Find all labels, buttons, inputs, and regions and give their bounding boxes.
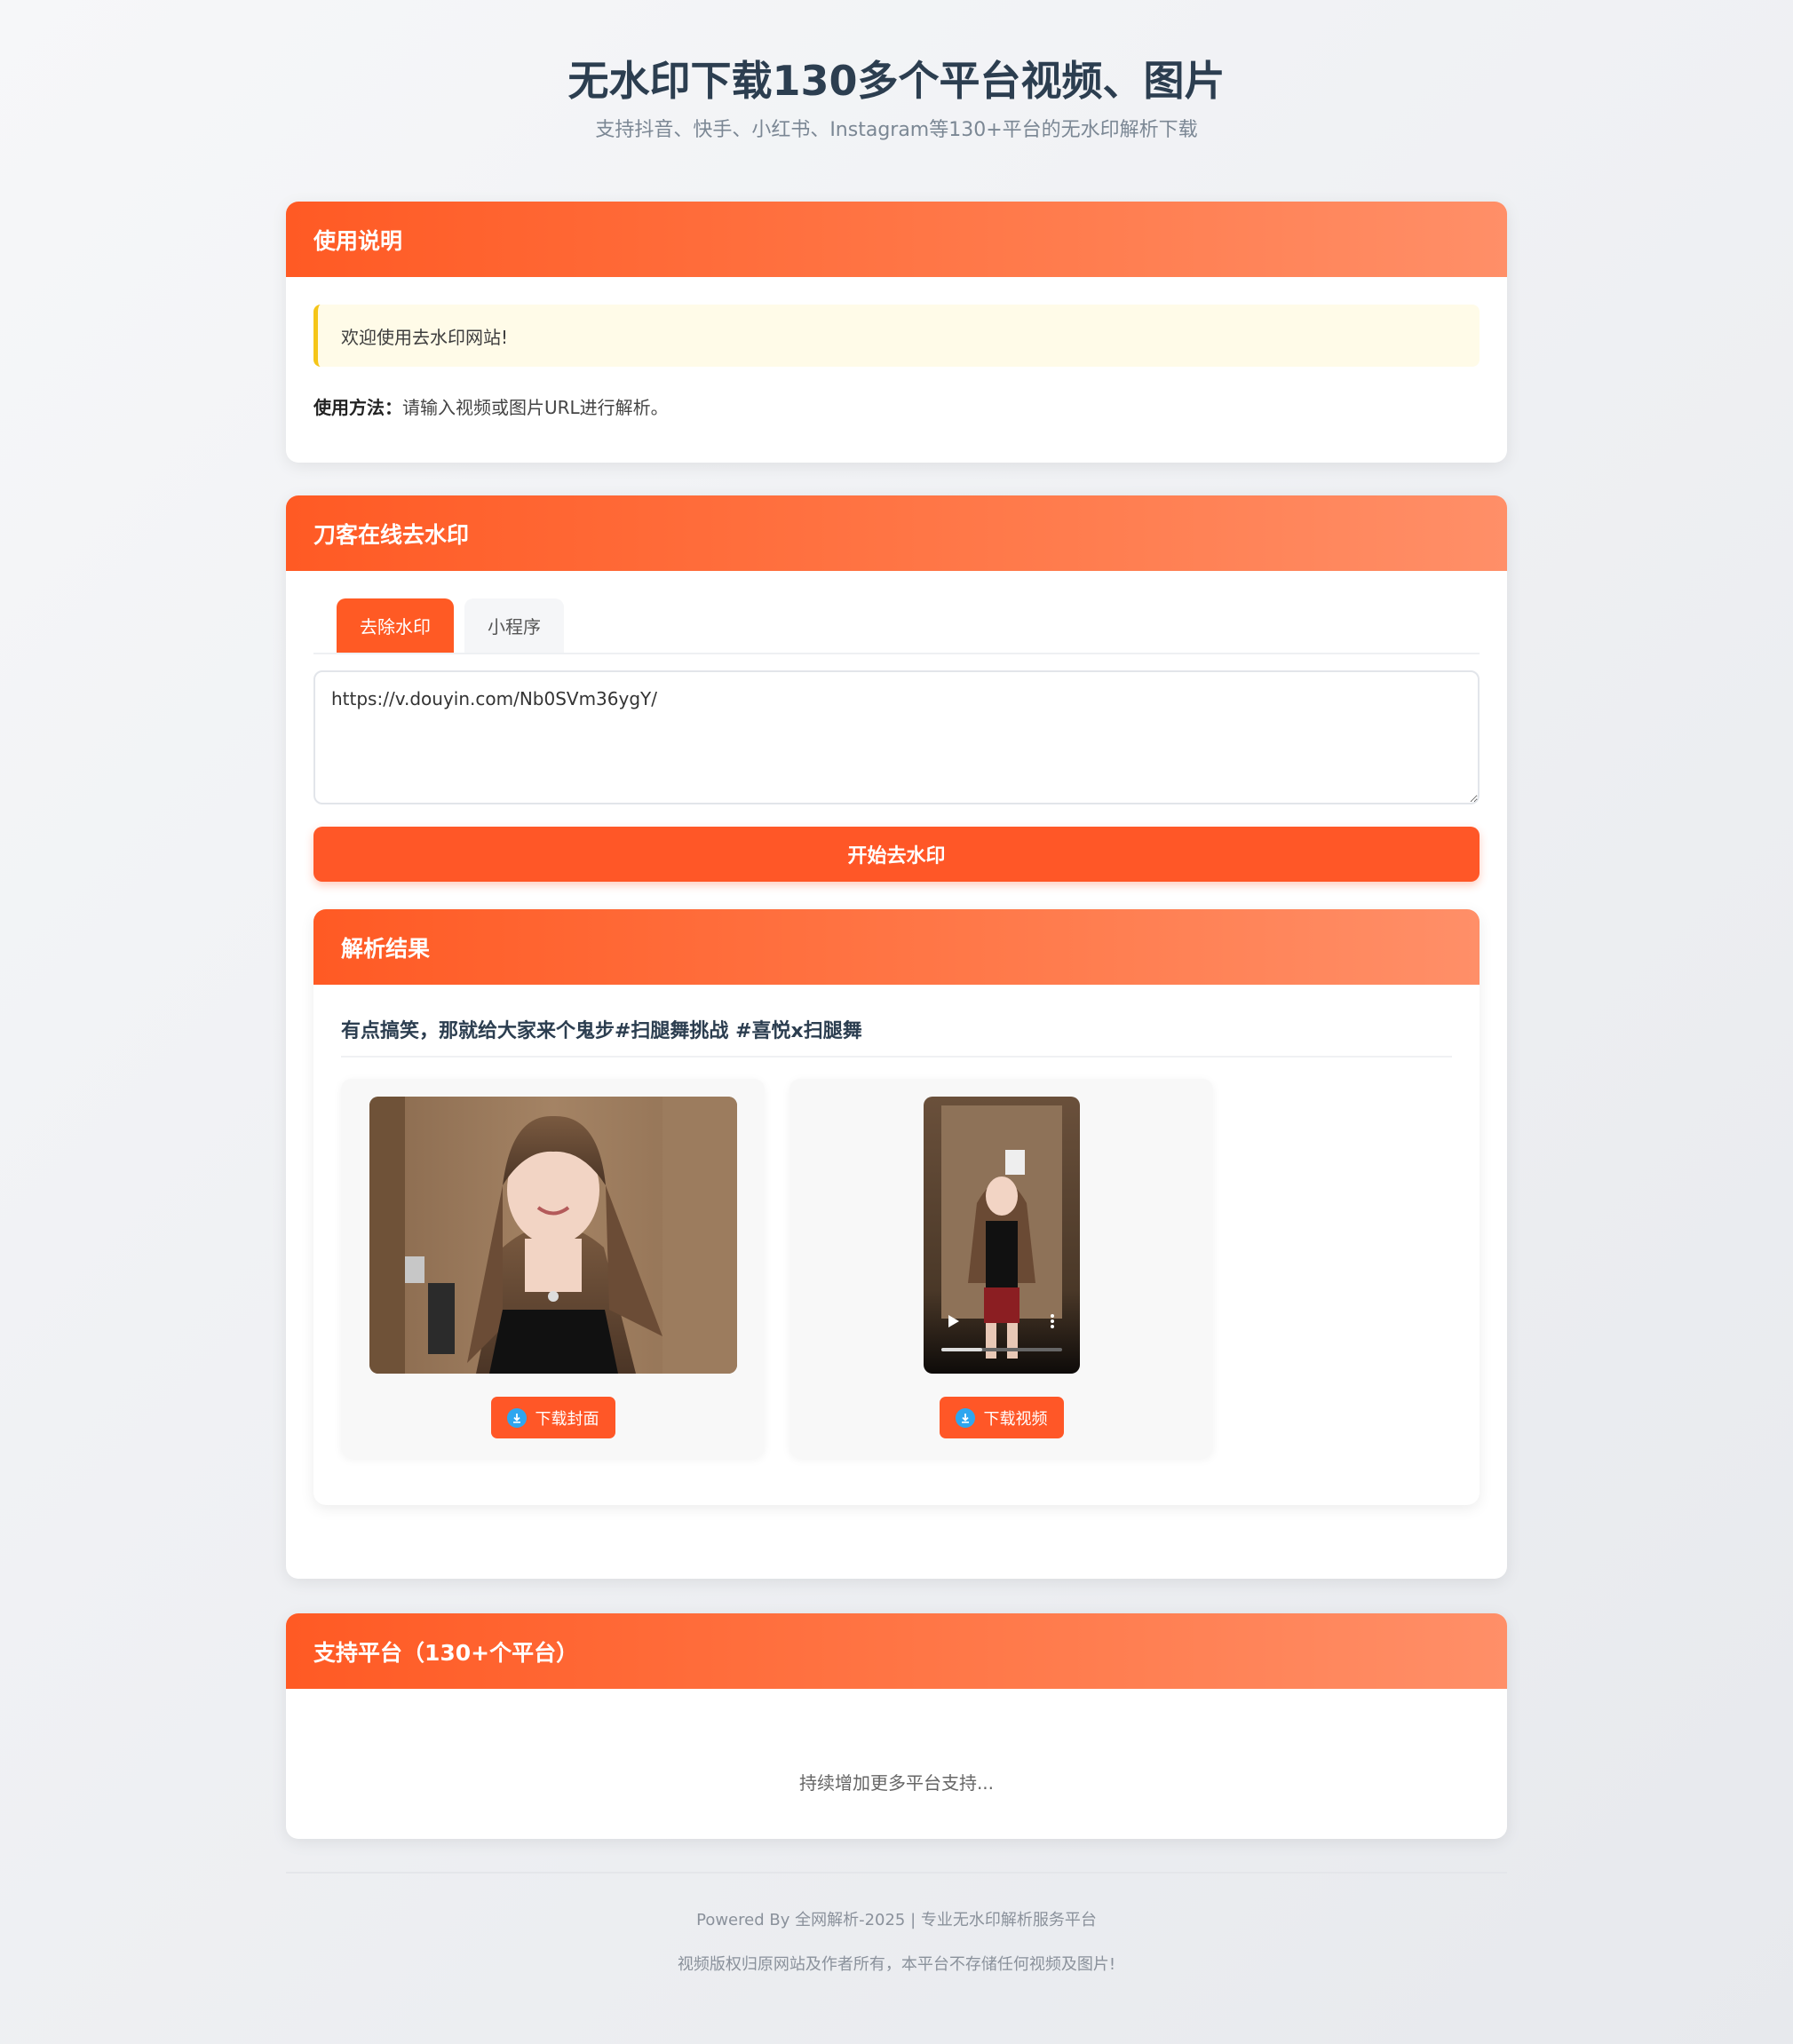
usage-card: 使用说明 欢迎使用去水印网站! 使用方法：请输入视频或图片URL进行解析。 (286, 202, 1507, 463)
cover-item: 下载封面 (341, 1079, 765, 1458)
usage-card-header: 使用说明 (286, 202, 1507, 277)
video-title: 有点搞笑，那就给大家来个鬼步#扫腿舞挑战 #喜悦x扫腿舞 (341, 1015, 1452, 1058)
usage-method-label: 使用方法： (313, 397, 402, 418)
platforms-card: 支持平台（130+个平台） 持续增加更多平台支持... (286, 1613, 1507, 1839)
download-video-label: 下载视频 (983, 1409, 1048, 1429)
url-input[interactable] (313, 670, 1480, 804)
tool-card-body: 去除水印 小程序 开始去水印 解析结果 有点搞笑，那就给大家来个鬼步#扫腿舞挑战… (286, 571, 1507, 1533)
download-video-button[interactable]: 下载视频 (939, 1397, 1064, 1438)
platforms-note: 持续增加更多平台支持... (798, 1772, 995, 1794)
download-cover-button[interactable]: 下载封面 (490, 1397, 615, 1438)
download-icon (955, 1407, 975, 1428)
tab-remove-watermark[interactable]: 去除水印 (337, 598, 454, 653)
tab-bar: 去除水印 小程序 (313, 598, 1480, 654)
result-card: 解析结果 有点搞笑，那就给大家来个鬼步#扫腿舞挑战 #喜悦x扫腿舞 下载封面 下… (313, 909, 1480, 1505)
page-header: 无水印下载130多个平台视频、图片 支持抖音、快手、小红书、Instagram等… (0, 0, 1793, 142)
media-grid: 下载封面 下载视频 (313, 1058, 1480, 1458)
usage-method: 使用方法：请输入视频或图片URL进行解析。 (313, 393, 1480, 419)
footer-copyright: 视频版权归原网站及作者所有，本平台不存储任何视频及图片! (677, 1955, 1116, 1974)
download-cover-label: 下载封面 (535, 1409, 599, 1429)
page-title: 无水印下载130多个平台视频、图片 (567, 57, 1226, 105)
video-preview[interactable] (923, 1097, 1080, 1374)
usage-card-body: 欢迎使用去水印网站! 使用方法：请输入视频或图片URL进行解析。 (286, 277, 1507, 447)
footer-powered-by: Powered By 全网解析-2025 | 专业无水印解析服务平台 (696, 1911, 1097, 1929)
platforms-card-header: 支持平台（130+个平台） (286, 1613, 1507, 1689)
tool-card: 刀客在线去水印 去除水印 小程序 开始去水印 解析结果 有点搞笑，那就给大家来个… (286, 495, 1507, 1579)
video-item: 下载视频 (789, 1079, 1213, 1458)
usage-method-text: 请输入视频或图片URL进行解析。 (402, 397, 669, 418)
page-subtitle: 支持抖音、快手、小红书、Instagram等130+平台的无水印解析下载 (595, 119, 1198, 141)
download-icon (506, 1407, 527, 1428)
footer: Powered By 全网解析-2025 | 专业无水印解析服务平台 视频版权归… (286, 1872, 1507, 1975)
tool-card-header: 刀客在线去水印 (286, 495, 1507, 571)
result-card-header: 解析结果 (313, 909, 1480, 985)
cover-image (369, 1097, 737, 1374)
tab-mini-program[interactable]: 小程序 (464, 598, 564, 653)
welcome-notice: 欢迎使用去水印网站! (313, 305, 1480, 367)
main-container: 使用说明 欢迎使用去水印网站! 使用方法：请输入视频或图片URL进行解析。 刀客… (286, 202, 1507, 1975)
start-button[interactable]: 开始去水印 (313, 827, 1480, 882)
